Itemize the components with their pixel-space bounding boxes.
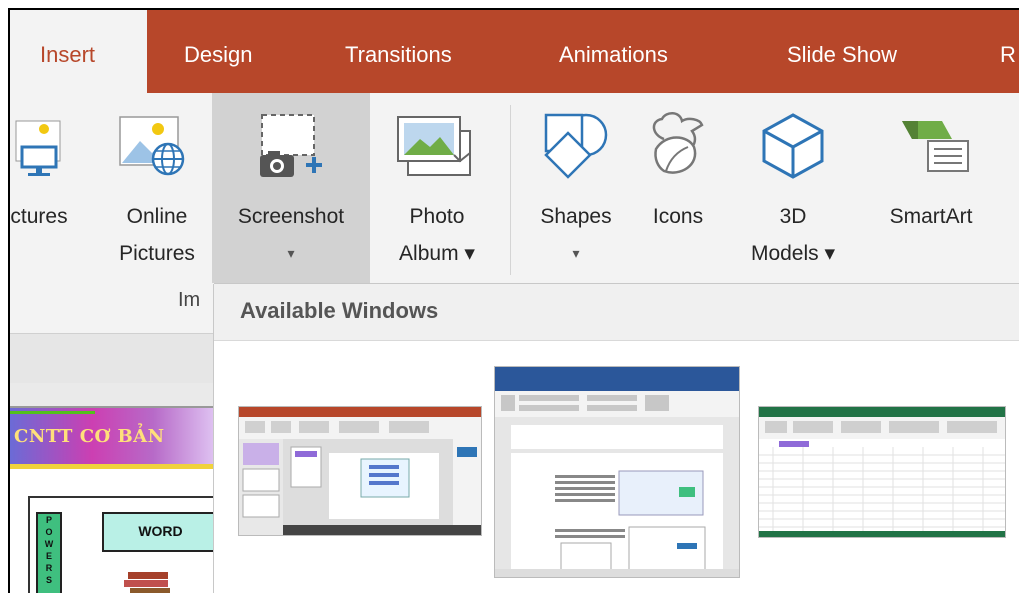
tab-design-label: Design [184, 42, 253, 67]
icons-icon [652, 112, 704, 174]
photo-album-icon [397, 116, 471, 176]
tab-slide-show-label: Slide Show [787, 42, 898, 67]
slide-vertical-label: P O W E R S [36, 512, 62, 593]
slide-header-line [10, 411, 95, 414]
icons-label: Icons [652, 205, 704, 228]
window-thumbnail-word[interactable] [494, 366, 740, 578]
books-icon [124, 572, 170, 593]
dropdown-header: Available Windows [214, 284, 1019, 341]
smartart-icon [902, 121, 969, 172]
ribbon-tab-bar: Insert Design Transitions Animations Sli… [10, 10, 1019, 93]
slide-vertical-letter: W [44, 539, 54, 549]
tab-animations[interactable]: Animations [559, 10, 668, 93]
tab-insert[interactable]: Insert [10, 10, 147, 93]
shapes-dropdown-arrow: ▾ [572, 245, 580, 261]
smartart-button[interactable]: SmartArt [866, 93, 996, 273]
pictures-label: ctures [10, 205, 68, 228]
screenshot-label: Screenshot [237, 205, 345, 228]
tab-transitions-label: Transitions [345, 42, 452, 67]
available-windows-title: Available Windows [240, 298, 439, 323]
ribbon-separator [510, 105, 511, 275]
slide-panel-toolbar [10, 333, 215, 384]
screenshot-dropdown: Available Windows [214, 284, 1019, 593]
powerpoint-window: Insert Design Transitions Animations Sli… [0, 0, 1019, 593]
smartart-label: SmartArt [889, 205, 973, 228]
3d-models-label-1: 3D [779, 205, 807, 228]
slide-vertical-letter: P [45, 515, 52, 525]
pictures-button[interactable]: ctures [0, 93, 78, 273]
online-pictures-label-2: Pictures [119, 242, 195, 265]
powerpoint-window-preview [239, 407, 481, 535]
3d-models-label-2: Models ▾ [750, 242, 836, 265]
photo-album-label-2: Album ▾ [399, 242, 475, 265]
screenshot-dropdown-arrow: ▾ [287, 245, 295, 261]
tab-design[interactable]: Design [184, 10, 252, 93]
slide-vertical-letter: S [45, 575, 52, 585]
slide-header-underline [10, 464, 215, 469]
word-window-preview [495, 367, 739, 577]
tab-slide-show[interactable]: Slide Show [787, 10, 897, 93]
photo-album-label-1: Photo [409, 205, 465, 228]
online-pictures-button[interactable]: Online Pictures [102, 93, 212, 273]
online-pictures-icon [119, 116, 185, 176]
tab-review[interactable]: R [1000, 10, 1016, 93]
3d-cube-icon [762, 113, 824, 179]
tab-review-label: R [1000, 42, 1016, 67]
shapes-label: Shapes [540, 205, 612, 228]
screenshot-icon [260, 114, 322, 177]
pictures-icon [15, 120, 61, 176]
photo-album-button[interactable]: Photo Album ▾ [372, 93, 502, 273]
window-thumbnail-excel[interactable] [758, 406, 1006, 538]
tab-animations-label: Animations [559, 42, 668, 67]
shapes-button[interactable]: Shapes ▾ [524, 93, 628, 273]
slide-vertical-letter: R [45, 563, 53, 573]
slide-title: CNTT CƠ BẢN [14, 426, 165, 447]
3d-models-button[interactable]: 3D Models ▾ [738, 93, 848, 273]
slide-thumbnail[interactable]: CNTT CƠ BẢN P O W E R S WORD [10, 406, 217, 593]
slide-vertical-letter: O [45, 527, 53, 537]
images-group-label: Im [178, 289, 201, 311]
shapes-icon [544, 113, 608, 179]
tab-insert-label: Insert [40, 42, 96, 67]
screenshot-button[interactable]: Screenshot ▾ [212, 93, 370, 283]
slide-word-box: WORD [102, 512, 217, 552]
window-thumbnail-powerpoint[interactable] [238, 406, 482, 536]
excel-window-preview [759, 407, 1005, 537]
tab-transitions[interactable]: Transitions [345, 10, 452, 93]
online-pictures-label-1: Online [126, 205, 188, 228]
slide-vertical-letter: E [45, 551, 52, 561]
icons-button[interactable]: Icons [634, 93, 722, 273]
